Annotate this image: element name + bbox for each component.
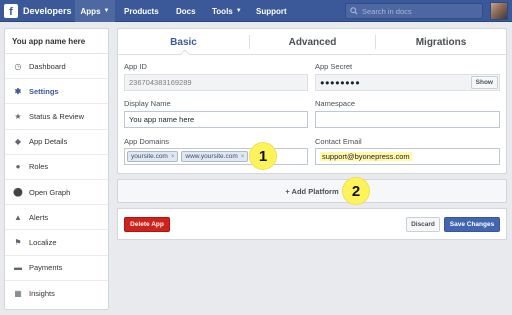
- sidebar-item-payments[interactable]: ▬ Payments: [5, 256, 108, 281]
- sidebar-item-label: Status & Review: [29, 111, 85, 121]
- nav-products-label: Products: [124, 6, 159, 16]
- app-domains-field[interactable]: yoursite.com × www.yoursite.com ×: [124, 148, 308, 165]
- top-navbar: f Developers Apps ▼ Products Docs Tools …: [0, 0, 512, 22]
- app-id-label: App ID: [124, 62, 147, 71]
- sidebar-item-label: App Details: [29, 137, 68, 147]
- app-id-field: [124, 74, 308, 91]
- namespace-field[interactable]: [315, 111, 500, 128]
- chart-icon: ▦: [14, 288, 22, 298]
- namespace-label: Namespace: [315, 99, 356, 108]
- action-bar: Delete App Discard Save Changes: [117, 208, 507, 240]
- sidebar-item-open-graph[interactable]: ⚫ Open Graph: [5, 180, 108, 206]
- sidebar-item-roles[interactable]: ● Roles: [5, 155, 108, 180]
- active-tab-indicator: [180, 49, 190, 55]
- sidebar-item-label: Open Graph: [29, 187, 71, 197]
- sidebar-item-localize[interactable]: ⚑ Localize: [5, 230, 108, 256]
- chevron-down-icon: ▼: [103, 8, 110, 14]
- domain-chip-label: www.yoursite.com: [185, 153, 238, 160]
- nav-products[interactable]: Products: [124, 0, 159, 22]
- flag-icon: ⚑: [14, 237, 22, 247]
- discard-button[interactable]: Discard: [406, 217, 440, 232]
- nav-docs[interactable]: Docs: [176, 0, 196, 22]
- delete-app-button[interactable]: Delete App: [124, 217, 170, 232]
- sidebar-item-label: Alerts: [29, 212, 49, 222]
- contact-email-field[interactable]: support@byonepress.com: [315, 148, 500, 165]
- sidebar-item-status-review[interactable]: ★ Status & Review: [5, 104, 108, 130]
- nav-apps-label: Apps: [80, 6, 101, 16]
- annotation-badge-2: 2: [343, 178, 369, 204]
- facebook-logo-icon: f: [4, 4, 18, 18]
- display-name-field[interactable]: [124, 111, 308, 128]
- app-secret-field: ●●●●●●●● Show: [315, 74, 500, 91]
- dashboard-icon: ◷: [14, 61, 22, 71]
- display-name-input[interactable]: [129, 115, 307, 124]
- app-domains-label: App Domains: [124, 137, 170, 146]
- domain-chip[interactable]: www.yoursite.com ×: [181, 151, 249, 162]
- brand-label: Developers: [23, 6, 72, 16]
- sidebar-item-label: Insights: [29, 288, 55, 298]
- app-sidebar: You app name here ◷ Dashboard ✱ Settings…: [4, 28, 109, 310]
- contact-email-value[interactable]: support@byonepress.com: [320, 152, 412, 161]
- chevron-down-icon: ▼: [235, 8, 242, 14]
- sidebar-item-label: Dashboard: [29, 61, 66, 71]
- gear-icon: ✱: [14, 86, 22, 96]
- sidebar-app-name[interactable]: You app name here: [5, 29, 108, 54]
- annotation-badge-1: 1: [250, 143, 276, 169]
- developers-brand[interactable]: f Developers: [4, 3, 72, 19]
- add-platform-button[interactable]: + Add Platform: [117, 179, 507, 203]
- nav-tools-label: Tools: [212, 6, 233, 16]
- sidebar-item-app-details[interactable]: ◆ App Details: [5, 130, 108, 155]
- domain-chip[interactable]: yoursite.com ×: [127, 151, 179, 162]
- sidebar-item-label: Localize: [29, 237, 57, 247]
- sidebar-item-dashboard[interactable]: ◷ Dashboard: [5, 54, 108, 80]
- settings-panel: Basic Advanced Migrations App ID App Sec…: [117, 28, 507, 174]
- search-box[interactable]: [345, 3, 483, 19]
- sidebar-item-label: Settings: [29, 86, 59, 96]
- sidebar-item-settings[interactable]: ✱ Settings: [5, 79, 108, 105]
- nav-docs-label: Docs: [176, 6, 196, 16]
- close-icon[interactable]: ×: [241, 154, 245, 160]
- search-icon: [350, 7, 358, 15]
- user-avatar[interactable]: [490, 2, 508, 20]
- card-icon: ▬: [14, 263, 22, 273]
- show-secret-button[interactable]: Show: [470, 76, 498, 89]
- contact-email-label: Contact Email: [315, 137, 362, 146]
- people-icon: ●: [15, 162, 21, 172]
- namespace-input[interactable]: [320, 115, 499, 124]
- tab-advanced[interactable]: Advanced: [250, 29, 375, 55]
- settings-tabs: Basic Advanced Migrations: [118, 29, 506, 55]
- app-secret-value: ●●●●●●●●: [320, 78, 361, 87]
- domain-chip-label: yoursite.com: [131, 153, 168, 160]
- sidebar-item-insights[interactable]: ▦ Insights: [5, 281, 108, 306]
- star-icon: ★: [14, 111, 22, 121]
- nav-apps[interactable]: Apps ▼: [75, 0, 115, 22]
- tab-migrations[interactable]: Migrations: [376, 29, 506, 55]
- nav-tools[interactable]: Tools ▼: [212, 0, 242, 22]
- sidebar-item-alerts[interactable]: ▲ Alerts: [5, 205, 108, 231]
- app-secret-label: App Secret: [315, 62, 353, 71]
- display-name-label: Display Name: [124, 99, 171, 108]
- warning-icon: ▲: [14, 212, 22, 222]
- cube-icon: ◆: [14, 137, 22, 147]
- nav-support-label: Support: [256, 6, 287, 16]
- search-input[interactable]: [362, 6, 472, 16]
- close-icon[interactable]: ×: [171, 154, 175, 160]
- sidebar-item-label: Payments: [29, 263, 63, 273]
- app-id-input: [129, 78, 307, 87]
- sidebar-item-label: Roles: [29, 162, 49, 172]
- nav-support[interactable]: Support: [256, 0, 287, 22]
- graph-icon: ⚫: [13, 187, 23, 197]
- save-changes-button[interactable]: Save Changes: [444, 217, 500, 232]
